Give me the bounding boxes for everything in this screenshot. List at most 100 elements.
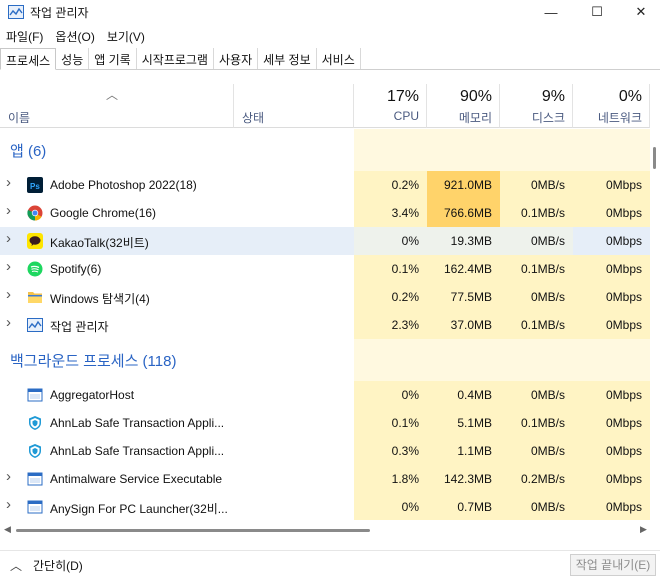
tab-app-history[interactable]: 앱 기록 — [89, 48, 137, 69]
process-name: Spotify(6) — [50, 262, 102, 276]
menu-view[interactable]: 보기(V) — [101, 26, 151, 46]
maximize-button[interactable]: ☐ — [574, 0, 620, 24]
chevron-right-icon[interactable]: › — [6, 496, 11, 513]
process-name: Antimalware Service Executable — [50, 472, 223, 486]
tab-users[interactable]: 사용자 — [214, 48, 259, 69]
cpu-value: 0.1% — [391, 262, 419, 276]
end-task-button[interactable]: 작업 끝내기(E) — [570, 554, 656, 576]
chevron-right-icon[interactable]: › — [6, 174, 11, 191]
chevron-right-icon[interactable]: › — [6, 286, 11, 303]
group-header-background: 백그라운드 프로세스 (118) — [0, 339, 650, 381]
column-label-memory: 메모리 — [458, 111, 492, 125]
process-row[interactable]: 0.1% 162.4MB 0.1MB/s 0Mbps › Spotify(6) — [0, 255, 650, 283]
tab-details[interactable]: 세부 정보 — [258, 48, 317, 69]
column-header-cpu[interactable]: 17% CPU — [354, 84, 427, 128]
cell-background — [427, 129, 500, 171]
ahnlab-shield-icon — [29, 444, 41, 458]
close-button[interactable]: ✕ — [618, 0, 660, 24]
disk-total-percent: 9% — [541, 88, 565, 105]
process-name: AhnLab Safe Transaction Appli... — [50, 416, 225, 430]
process-row[interactable]: 0% 0.4MB 0MB/s 0Mbps AggregatorHost — [0, 381, 650, 409]
process-name: AggregatorHost — [50, 388, 135, 402]
net-value: 0Mbps — [605, 472, 642, 486]
column-header-status[interactable]: 상태 — [234, 84, 354, 128]
column-label-status: 상태 — [242, 111, 265, 125]
sort-ascending-icon: ︿ — [106, 88, 119, 102]
disk-value: 0MB/s — [530, 290, 565, 304]
footer: ︿ 간단히(D) 작업 끝내기(E) — [0, 550, 660, 582]
mem-value: 921.0MB — [443, 178, 492, 192]
menu-bar: 파일(F) 옵션(O) 보기(V) — [0, 26, 151, 46]
net-value: 0Mbps — [605, 388, 642, 402]
tab-services[interactable]: 서비스 — [317, 48, 361, 69]
chevron-right-icon[interactable]: › — [6, 202, 11, 219]
cpu-value: 0.2% — [391, 290, 419, 304]
menu-options[interactable]: 옵션(O) — [49, 26, 100, 46]
kakaotalk-icon — [27, 233, 43, 249]
process-row[interactable]: 0.1% 5.1MB 0.1MB/s 0Mbps AhnLab Safe Transac… — [0, 409, 650, 437]
mem-value: 1.1MB — [457, 444, 492, 458]
disk-value: 0MB/s — [530, 500, 565, 514]
cell-background — [354, 339, 427, 381]
task-manager-icon — [27, 318, 43, 332]
menu-file[interactable]: 파일(F) — [0, 26, 49, 46]
column-header-disk[interactable]: 9% 디스크 — [500, 84, 573, 128]
tab-performance[interactable]: 성능 — [56, 48, 90, 69]
cpu-value: 0.3% — [391, 444, 419, 458]
cell-background — [500, 129, 573, 171]
mem-value: 142.3MB — [443, 472, 492, 486]
cpu-value: 2.3% — [391, 318, 419, 332]
vertical-scroll-thumb[interactable] — [653, 147, 656, 169]
chevron-right-icon[interactable]: › — [6, 468, 11, 485]
scroll-left-icon[interactable]: ◀ — [4, 524, 11, 535]
chrome-icon — [27, 205, 43, 221]
process-row[interactable]: 0.2% 921.0MB 0MB/s 0Mbps › Ps Adobe Photoshop … — [0, 171, 650, 199]
tab-bar: 프로세스 성능 앱 기록 시작프로그램 사용자 세부 정보 서비스 — [0, 48, 660, 70]
chevron-right-icon[interactable]: › — [6, 258, 11, 275]
cell-background — [573, 129, 650, 171]
column-header-name[interactable]: ︿ 이름 — [0, 84, 234, 128]
net-value: 0Mbps — [605, 444, 642, 458]
process-name: 작업 관리자 — [50, 320, 109, 334]
process-name: Google Chrome(16) — [50, 206, 157, 220]
column-header-memory[interactable]: 90% 메모리 — [427, 84, 500, 128]
minimize-button[interactable]: — — [528, 0, 574, 24]
chevron-right-icon[interactable]: › — [6, 230, 11, 247]
column-header-network[interactable]: 0% 네트워크 — [573, 84, 650, 128]
cpu-value: 0.1% — [391, 416, 419, 430]
disk-value: 0.1MB/s — [520, 206, 565, 220]
cell-background — [354, 129, 427, 171]
mem-value: 37.0MB — [450, 318, 492, 332]
net-value: 0Mbps — [605, 416, 642, 430]
group-header-apps: 앱 (6) — [0, 129, 650, 171]
net-value: 0Mbps — [605, 500, 642, 514]
cpu-value: 1.8% — [391, 472, 419, 486]
photoshop-icon: Ps — [27, 177, 43, 193]
net-value: 0Mbps — [605, 318, 642, 332]
memory-total-percent: 90% — [459, 88, 492, 105]
process-name: Adobe Photoshop 2022(18) — [50, 178, 197, 192]
cpu-value: 0% — [401, 234, 419, 248]
process-row[interactable]: 0% 0.7MB 0MB/s 0Mbps › AnySign For PC Launche… — [0, 493, 650, 520]
process-row[interactable]: 3.4% 766.6MB 0.1MB/s 0Mbps › Google Chrome(16… — [0, 199, 650, 227]
column-label-disk: 디스크 — [531, 111, 565, 125]
cell-background — [573, 339, 650, 381]
mem-value: 19.3MB — [450, 234, 492, 248]
horizontal-scrollbar[interactable]: ◀ ▶ — [0, 520, 660, 542]
mem-value: 0.4MB — [457, 388, 492, 402]
chevron-right-icon[interactable]: › — [6, 314, 11, 331]
process-row[interactable]: 0% 19.3MB 0MB/s 0Mbps › KakaoTalk(32비트) — [0, 227, 650, 255]
tab-startup[interactable]: 시작프로그램 — [137, 48, 214, 69]
vertical-scrollbar[interactable] — [650, 129, 660, 520]
process-row[interactable]: 0.2% 77.5MB 0MB/s 0Mbps › Windows 탐색기(4) — [0, 283, 650, 311]
tab-processes[interactable]: 프로세스 — [0, 48, 57, 70]
chevron-up-icon[interactable]: ︿ — [10, 557, 22, 574]
horizontal-scroll-thumb[interactable] — [16, 529, 370, 532]
group-title: 앱 (6) — [10, 143, 47, 160]
fewer-details-link[interactable]: 간단히(D) — [33, 557, 83, 574]
window-title: 작업 관리자 — [30, 6, 89, 20]
process-row[interactable]: 0.3% 1.1MB 0MB/s 0Mbps AhnLab Safe Transacti… — [0, 437, 650, 465]
process-row[interactable]: 2.3% 37.0MB 0.1MB/s 0Mbps › 작업 관리자 — [0, 311, 650, 339]
process-row[interactable]: 1.8% 142.3MB 0.2MB/s 0Mbps › Antimalware Serv… — [0, 465, 650, 493]
scroll-right-icon[interactable]: ▶ — [640, 524, 647, 535]
